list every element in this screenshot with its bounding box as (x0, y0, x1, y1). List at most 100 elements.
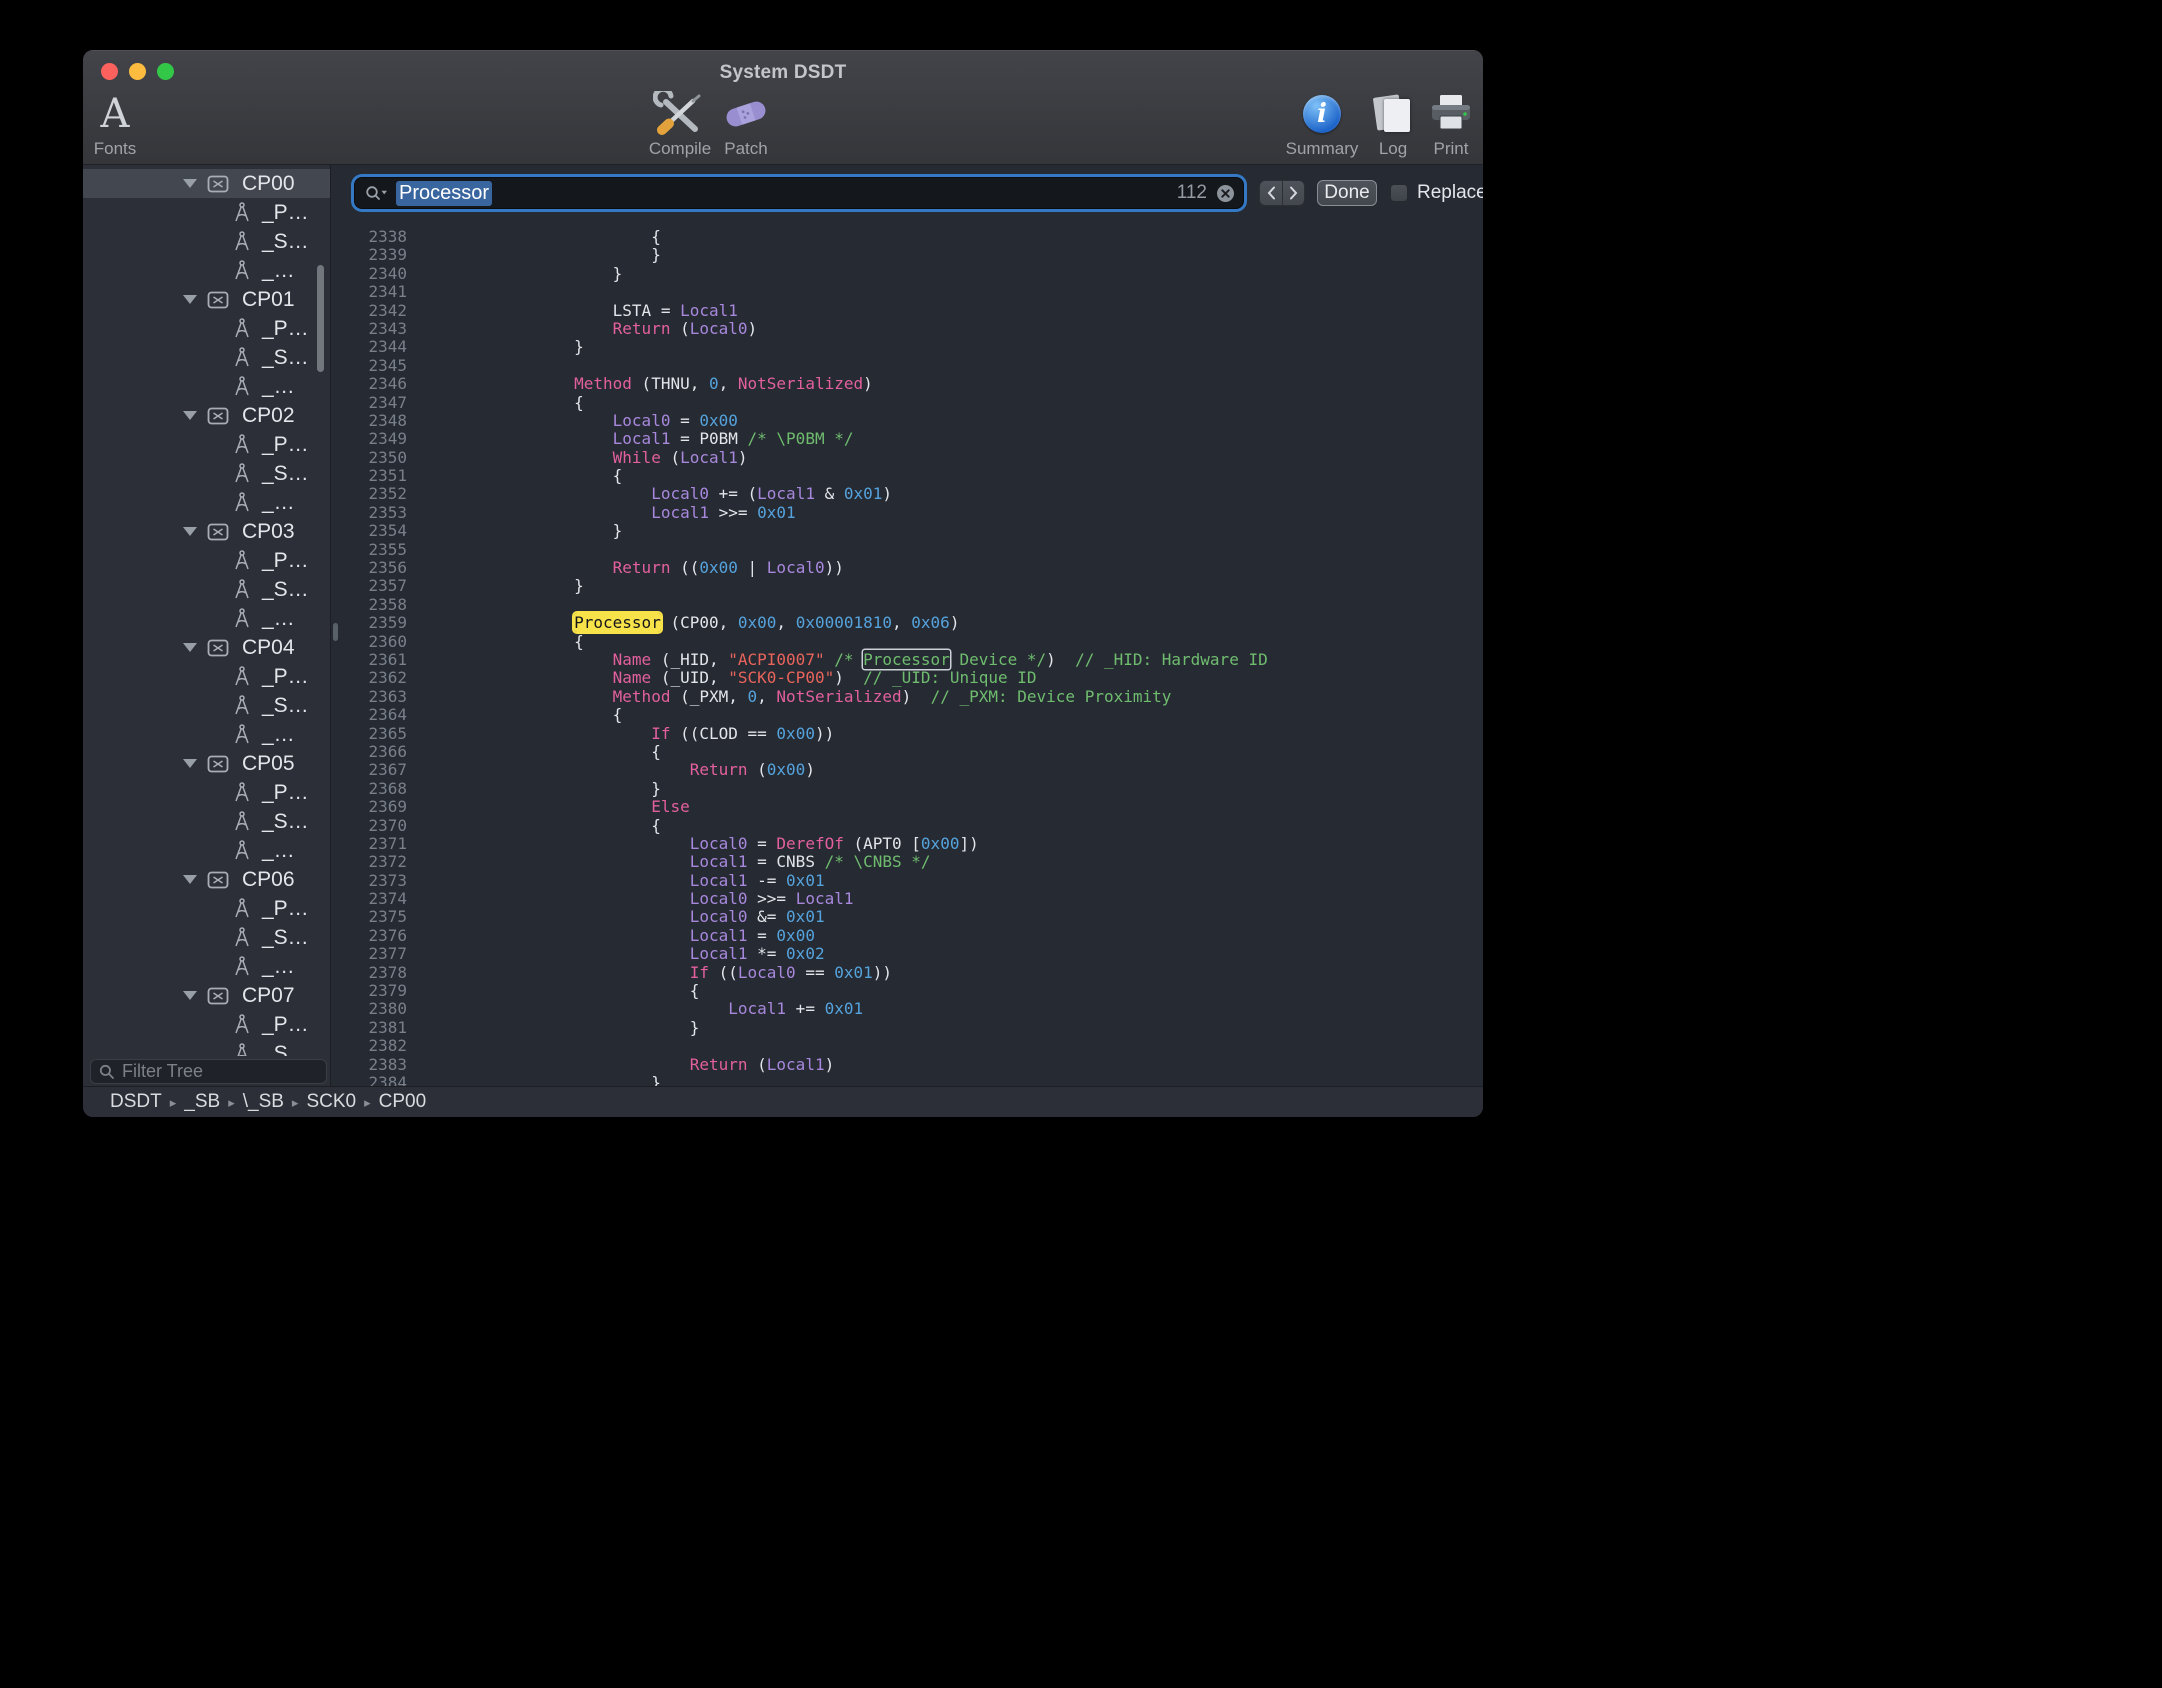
printer-icon (1427, 93, 1475, 135)
code-line: 2372 Local1 = CNBS /* \CNBS */ (331, 853, 1483, 871)
line-number: 2383 (331, 1056, 407, 1074)
method-icon (233, 492, 251, 513)
tree-item-method[interactable]: _S… (83, 343, 330, 372)
code-editor[interactable]: 2338 {2339 }2340 }23412342 LSTA = Local1… (331, 228, 1483, 1086)
tree-item-method[interactable]: _P… (83, 778, 330, 807)
code-line: 2366 { (331, 743, 1483, 761)
disclosure-triangle-icon[interactable] (183, 643, 197, 652)
tree-item-method[interactable]: _P… (83, 662, 330, 691)
breadcrumb-separator-icon: ▸ (292, 1095, 299, 1110)
tree-item-method[interactable]: _… (83, 604, 330, 633)
tree-item-method[interactable]: _… (83, 836, 330, 865)
tree-item-cp06[interactable]: CP06 (83, 865, 330, 894)
tree-item-cp03[interactable]: CP03 (83, 517, 330, 546)
tree-item-cp02[interactable]: CP02 (83, 401, 330, 430)
method-icon (233, 956, 251, 977)
tree-item-label: _S… (262, 346, 309, 370)
tree-item-method[interactable]: _S… (83, 923, 330, 952)
find-match-current: Processor (574, 613, 661, 632)
tree-item-cp04[interactable]: CP04 (83, 633, 330, 662)
code-line: 2368 } (331, 780, 1483, 798)
fonts-icon: A (101, 91, 130, 137)
disclosure-triangle-icon[interactable] (183, 527, 197, 536)
patch-button[interactable]: Patch (686, 90, 806, 159)
breadcrumb-item[interactable]: SCK0 (306, 1091, 356, 1112)
code-line: 2362 Name (_UID, "SCK0-CP00") // _UID: U… (331, 669, 1483, 687)
line-number: 2380 (331, 1000, 407, 1018)
method-icon (233, 434, 251, 455)
breadcrumb-item[interactable]: CP00 (379, 1091, 427, 1112)
code-line: 2377 Local1 *= 0x02 (331, 945, 1483, 963)
tree-item-method[interactable]: _S… (83, 1039, 330, 1056)
replace-checkbox[interactable] (1390, 184, 1408, 202)
disclosure-triangle-icon[interactable] (183, 759, 197, 768)
breadcrumb-item[interactable]: _SB (184, 1091, 220, 1112)
tree-item-label: _S… (262, 462, 309, 486)
disclosure-triangle-icon[interactable] (183, 295, 197, 304)
line-number: 2376 (331, 927, 407, 945)
line-number: 2354 (331, 522, 407, 540)
find-previous-button[interactable] (1259, 180, 1282, 206)
find-field[interactable]: Processor 112 (355, 178, 1243, 208)
disclosure-triangle-icon[interactable] (183, 411, 197, 420)
tree-item-method[interactable]: _… (83, 488, 330, 517)
titlebar[interactable]: System DSDT (83, 50, 1483, 88)
line-number: 2375 (331, 908, 407, 926)
tree-item-method[interactable]: _… (83, 952, 330, 981)
search-menu-icon[interactable] (365, 185, 389, 202)
tree-item-method[interactable]: _P… (83, 894, 330, 923)
tree-item-cp07[interactable]: CP07 (83, 981, 330, 1010)
tree-item-method[interactable]: _S… (83, 807, 330, 836)
line-number: 2361 (331, 651, 407, 669)
tree-item-method[interactable]: _S… (83, 227, 330, 256)
line-number: 2371 (331, 835, 407, 853)
print-button[interactable]: Print (1391, 90, 1483, 159)
tree-item-method[interactable]: _… (83, 256, 330, 285)
disclosure-triangle-icon[interactable] (183, 179, 197, 188)
find-next-button[interactable] (1282, 180, 1305, 206)
clear-search-button[interactable] (1216, 184, 1235, 203)
filter-tree-field[interactable]: Filter Tree (90, 1059, 327, 1084)
tree-item-label: CP03 (242, 520, 295, 544)
code-line: 2365 If ((CLOD == 0x00)) (331, 725, 1483, 743)
breadcrumb-item[interactable]: DSDT (110, 1091, 162, 1112)
disclosure-triangle-icon[interactable] (183, 991, 197, 1000)
code-line: 2367 Return (0x00) (331, 761, 1483, 779)
line-number: 2381 (331, 1019, 407, 1037)
code-line: 2358 (331, 596, 1483, 614)
splitter-handle[interactable] (333, 623, 338, 641)
method-icon (233, 695, 251, 716)
code-line: 2361 Name (_HID, "ACPI0007" /* Processor… (331, 651, 1483, 669)
done-button[interactable]: Done (1317, 180, 1377, 206)
code-line: 2373 Local1 -= 0x01 (331, 872, 1483, 890)
sidebar-scrollbar[interactable] (317, 265, 324, 372)
tree-item-method[interactable]: _S… (83, 459, 330, 488)
method-icon (233, 927, 251, 948)
line-number: 2359 (331, 614, 407, 632)
tree-item-method[interactable]: _P… (83, 430, 330, 459)
tree-item-method[interactable]: _P… (83, 546, 330, 575)
tree-item-method[interactable]: _P… (83, 1010, 330, 1039)
search-query-text[interactable]: Processor (396, 181, 492, 206)
tree-item-cp01[interactable]: CP01 (83, 285, 330, 314)
line-number: 2370 (331, 817, 407, 835)
scope-icon (207, 522, 229, 542)
patch-icon (720, 93, 772, 135)
tree-item-method[interactable]: _S… (83, 575, 330, 604)
method-icon (233, 898, 251, 919)
tree-item-method[interactable]: _P… (83, 198, 330, 227)
fonts-button[interactable]: A Fonts (83, 90, 175, 159)
method-icon (233, 666, 251, 687)
tree-item-method[interactable]: _S… (83, 691, 330, 720)
code-line: 2354 } (331, 522, 1483, 540)
line-number: 2368 (331, 780, 407, 798)
tree-item-cp05[interactable]: CP05 (83, 749, 330, 778)
tree-item-label: _P… (262, 549, 309, 573)
tree-item-label: CP02 (242, 404, 295, 428)
tree-item-method[interactable]: _… (83, 720, 330, 749)
breadcrumb-item[interactable]: \_SB (243, 1091, 284, 1112)
tree-item-method[interactable]: _… (83, 372, 330, 401)
tree-item-cp00[interactable]: CP00 (83, 169, 330, 198)
tree-item-method[interactable]: _P… (83, 314, 330, 343)
disclosure-triangle-icon[interactable] (183, 875, 197, 884)
